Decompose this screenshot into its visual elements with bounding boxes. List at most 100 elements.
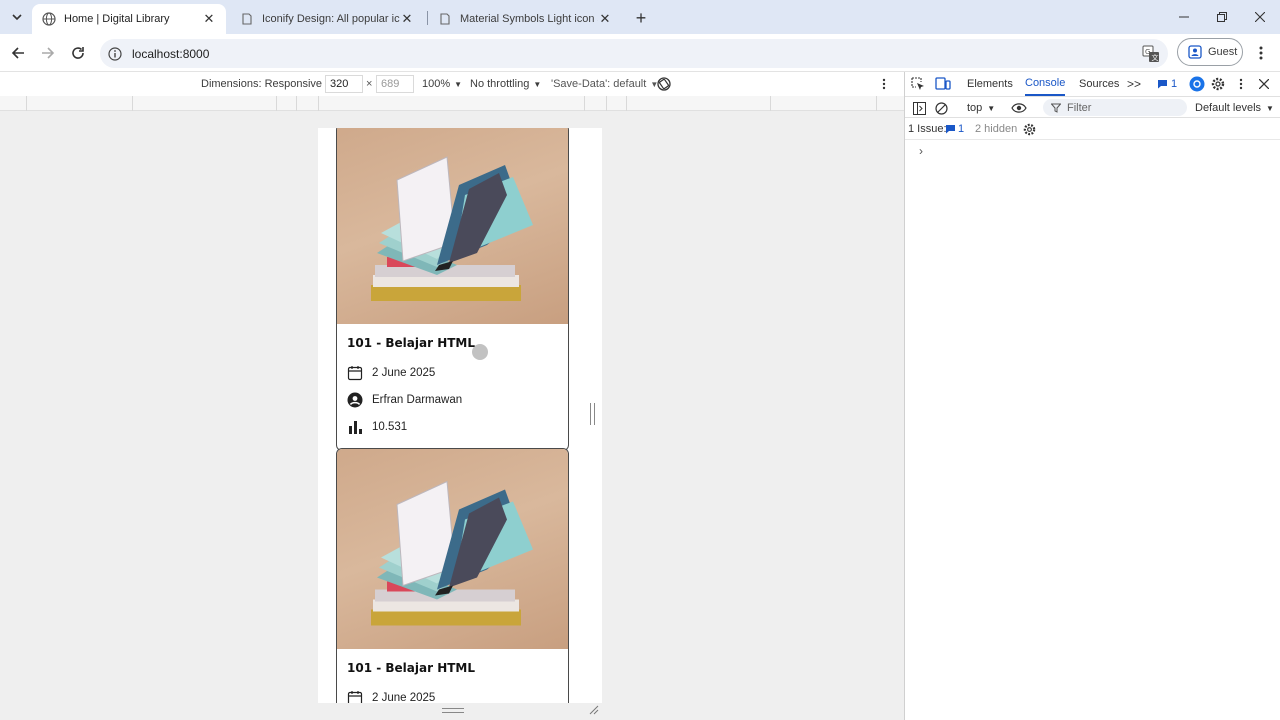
new-tab-button[interactable]: + (630, 7, 652, 29)
gear-icon (1211, 77, 1225, 91)
ai-assistance-button[interactable] (1189, 72, 1205, 96)
resize-handle-bottom[interactable] (442, 708, 464, 713)
devtools-menu-button[interactable] (1239, 72, 1243, 96)
more-vertical-icon (882, 78, 886, 90)
save-data-dropdown[interactable]: 'Save-Data': default ▼ (551, 72, 658, 96)
back-button[interactable] (7, 42, 29, 64)
media-query-ruler[interactable] (0, 96, 904, 111)
book-card[interactable]: 101 - Belajar HTML 2 June 2025 (336, 448, 569, 703)
save-data-label: 'Save-Data': default (551, 78, 647, 90)
resize-corner-icon[interactable] (587, 703, 599, 715)
devtools-panel: Elements Console Sources >> 1 top ▼ Filt… (904, 72, 1280, 720)
settings-button[interactable] (1211, 72, 1225, 96)
device-toggle-icon (935, 77, 951, 90)
book-author-row: Erfran Darmawan (347, 386, 558, 413)
book-title[interactable]: 101 - Belajar HTML (347, 661, 558, 675)
issues-link-count: 1 (958, 123, 965, 135)
width-field-wrap (325, 72, 363, 96)
caret-down-icon: ▼ (533, 79, 542, 89)
book-meta: 101 - Belajar HTML 2 June 2025 Erfran Da… (337, 324, 568, 450)
reload-button[interactable] (67, 42, 89, 64)
zoom-dropdown[interactable]: 100% ▼ (422, 72, 462, 96)
address-text[interactable]: localhost:8000 (132, 47, 209, 61)
throttling-label: No throttling (470, 78, 530, 90)
device-viewport: 101 - Belajar HTML 2 June 2025 Erfran Da… (318, 128, 602, 703)
viewport-area: 101 - Belajar HTML 2 June 2025 Erfran Da… (0, 111, 904, 720)
forward-button[interactable] (37, 42, 59, 64)
resize-handle-right[interactable] (590, 403, 595, 425)
caret-down-icon: ▼ (454, 79, 463, 89)
sidebar-icon (913, 101, 926, 115)
account-circle-icon (347, 392, 363, 407)
book-date: 2 June 2025 (372, 691, 436, 704)
tab-iconify[interactable]: Iconify Design: All popular icon ✕ (230, 4, 424, 34)
context-selector[interactable]: top ▼ (967, 97, 995, 119)
site-info-icon[interactable] (108, 46, 122, 61)
tab-home[interactable]: Home | Digital Library ✕ (32, 4, 226, 34)
console-filter-input[interactable]: Filter (1043, 99, 1187, 116)
tab-title: Home | Digital Library (64, 13, 170, 25)
eye-icon (1011, 103, 1027, 113)
svg-text:G: G (1145, 48, 1150, 56)
close-devtools-button[interactable] (1259, 72, 1269, 96)
tab-search-button[interactable] (6, 6, 28, 28)
inspect-element-button[interactable] (911, 72, 925, 96)
times-sign: × (366, 78, 373, 90)
book-views: 10.531 (372, 420, 408, 433)
context-label: top (967, 102, 983, 114)
page-icon (440, 13, 450, 25)
height-input[interactable] (376, 75, 414, 93)
console-toolbar: top ▼ Filter Default levels ▼ (905, 96, 1280, 118)
device-toolbar: Dimensions: Responsive▼ × 100%▼ No throt… (0, 72, 904, 96)
width-input[interactable] (325, 75, 363, 93)
message-icon (946, 125, 955, 134)
tab-sources[interactable]: Sources (1079, 72, 1119, 96)
log-levels-label: Default levels (1195, 102, 1262, 114)
close-tab-icon[interactable]: ✕ (598, 11, 612, 26)
sidebar-toggle-button[interactable] (913, 97, 926, 119)
tab-elements[interactable]: Elements (967, 72, 1013, 96)
close-tab-icon[interactable]: ✕ (202, 11, 216, 26)
sparkle-icon (1189, 76, 1205, 92)
translate-icon[interactable]: G文 (1142, 45, 1160, 63)
live-expression-button[interactable] (1011, 97, 1027, 119)
more-vertical-icon (1239, 78, 1243, 90)
book-title[interactable]: 101 - Belajar HTML (347, 336, 558, 350)
minimize-button[interactable] (1172, 6, 1196, 28)
dimensions-dropdown[interactable]: Dimensions: Responsive▼ (201, 72, 334, 96)
device-toolbar-menu[interactable] (882, 72, 886, 96)
issues-counter[interactable]: 1 (1157, 72, 1177, 96)
profile-button[interactable]: Guest (1177, 38, 1243, 66)
reload-icon (72, 47, 84, 59)
clear-console-button[interactable] (935, 97, 948, 119)
close-window-button[interactable] (1248, 6, 1272, 28)
console-settings-button[interactable] (1023, 118, 1036, 140)
issues-bar: 1 Issue: 1 2 hidden (905, 118, 1280, 140)
tab-title: Material Symbols Light icon set (460, 13, 598, 25)
hidden-count[interactable]: 2 hidden (975, 118, 1017, 140)
throttling-dropdown[interactable]: No throttling ▼ (470, 72, 541, 96)
tab-material-symbols[interactable]: Material Symbols Light icon set ✕ (428, 4, 622, 34)
browser-menu-button[interactable] (1254, 42, 1268, 64)
book-views-row: 10.531 (347, 413, 558, 440)
tab-console[interactable]: Console (1025, 72, 1066, 96)
address-bar[interactable]: localhost:8000 G文 (100, 39, 1168, 68)
profile-label: Guest (1208, 46, 1238, 58)
more-tabs-button[interactable]: >> (1127, 72, 1141, 96)
console-prompt[interactable]: › (919, 144, 923, 158)
issues-count: 1 (1171, 78, 1178, 90)
page-icon (242, 13, 252, 25)
close-icon (1259, 79, 1269, 89)
close-tab-icon[interactable]: ✕ (400, 11, 414, 26)
arrow-left-icon (11, 47, 24, 59)
rotate-button[interactable] (656, 72, 672, 96)
person-icon (1188, 45, 1202, 59)
book-card[interactable]: 101 - Belajar HTML 2 June 2025 Erfran Da… (336, 128, 569, 451)
restore-button[interactable] (1210, 6, 1234, 28)
log-levels-dropdown[interactable]: Default levels ▼ (1195, 97, 1274, 119)
clear-icon (935, 101, 948, 115)
more-vertical-icon (1259, 46, 1263, 60)
issues-link[interactable]: 1 (945, 118, 964, 140)
device-toggle-button[interactable] (935, 72, 951, 96)
filter-placeholder: Filter (1067, 101, 1092, 114)
